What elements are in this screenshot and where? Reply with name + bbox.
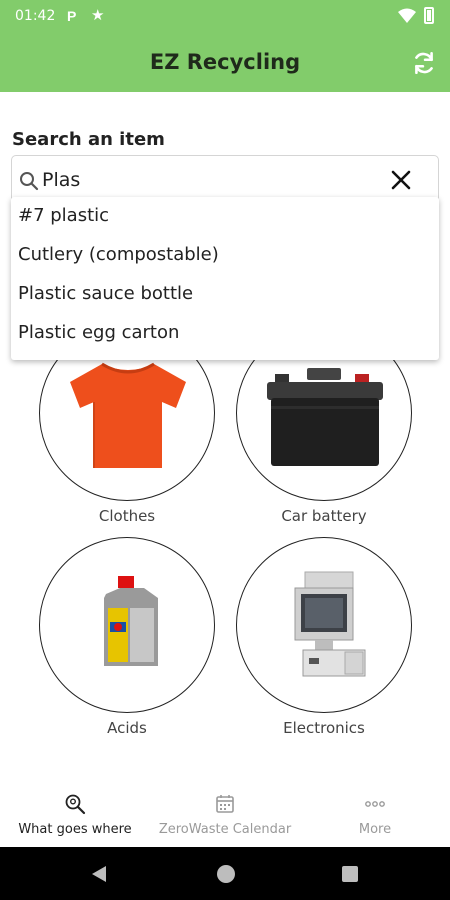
app-bar: 01:42 P ★ EZ Recycling: [0, 0, 450, 92]
app-title: EZ Recycling: [149, 50, 301, 74]
home-icon[interactable]: [215, 863, 237, 885]
nav-zerowaste-calendar[interactable]: ZeroWaste Calendar: [150, 785, 300, 847]
search-label: Search an item: [12, 129, 165, 150]
refresh-icon[interactable]: [411, 50, 437, 76]
category-label: Car battery: [281, 507, 367, 525]
category-circle[interactable]: [39, 537, 215, 713]
parking-notification-icon: P: [67, 8, 77, 24]
search-input[interactable]: [42, 166, 372, 194]
category-label: Acids: [107, 719, 147, 737]
clear-search-icon[interactable]: [389, 168, 413, 192]
bottom-navigation: What goes where ZeroWaste Calendar More: [0, 785, 450, 847]
suggestion-item[interactable]: #7 plastic: [18, 205, 109, 226]
back-icon[interactable]: [90, 864, 108, 884]
nav-more[interactable]: More: [300, 785, 450, 847]
search-icon: [20, 172, 39, 191]
computer-image: [294, 571, 366, 677]
nav-what-goes-where[interactable]: What goes where: [0, 785, 150, 847]
more-dots-icon: [365, 801, 385, 807]
search-box[interactable]: [11, 155, 439, 203]
recents-icon[interactable]: [341, 865, 359, 883]
status-time: 01:42: [15, 8, 56, 24]
category-label: Electronics: [283, 719, 365, 737]
wifi-icon: [398, 8, 416, 23]
suggestion-item[interactable]: Plastic sauce bottle: [18, 283, 193, 304]
suggestion-item[interactable]: Cutlery (compostable): [18, 244, 219, 265]
calendar-icon: [216, 795, 234, 813]
suggestion-item[interactable]: Plastic egg carton: [18, 322, 179, 343]
nav-label: More: [358, 822, 392, 837]
suggestions-dropdown: #7 plastic Cutlery (compostable) Plastic…: [11, 197, 439, 360]
system-navigation-bar: [0, 847, 450, 900]
acid-bottle-image: [104, 576, 158, 666]
search-location-icon: [65, 794, 86, 815]
category-circle[interactable]: [236, 537, 412, 713]
battery-icon: [424, 7, 434, 24]
nav-label: What goes where: [18, 822, 132, 837]
nav-label: ZeroWaste Calendar: [158, 822, 292, 837]
category-label: Clothes: [98, 507, 156, 525]
star-notification-icon: ★: [91, 7, 105, 24]
status-bar: 01:42 P ★: [0, 0, 450, 32]
